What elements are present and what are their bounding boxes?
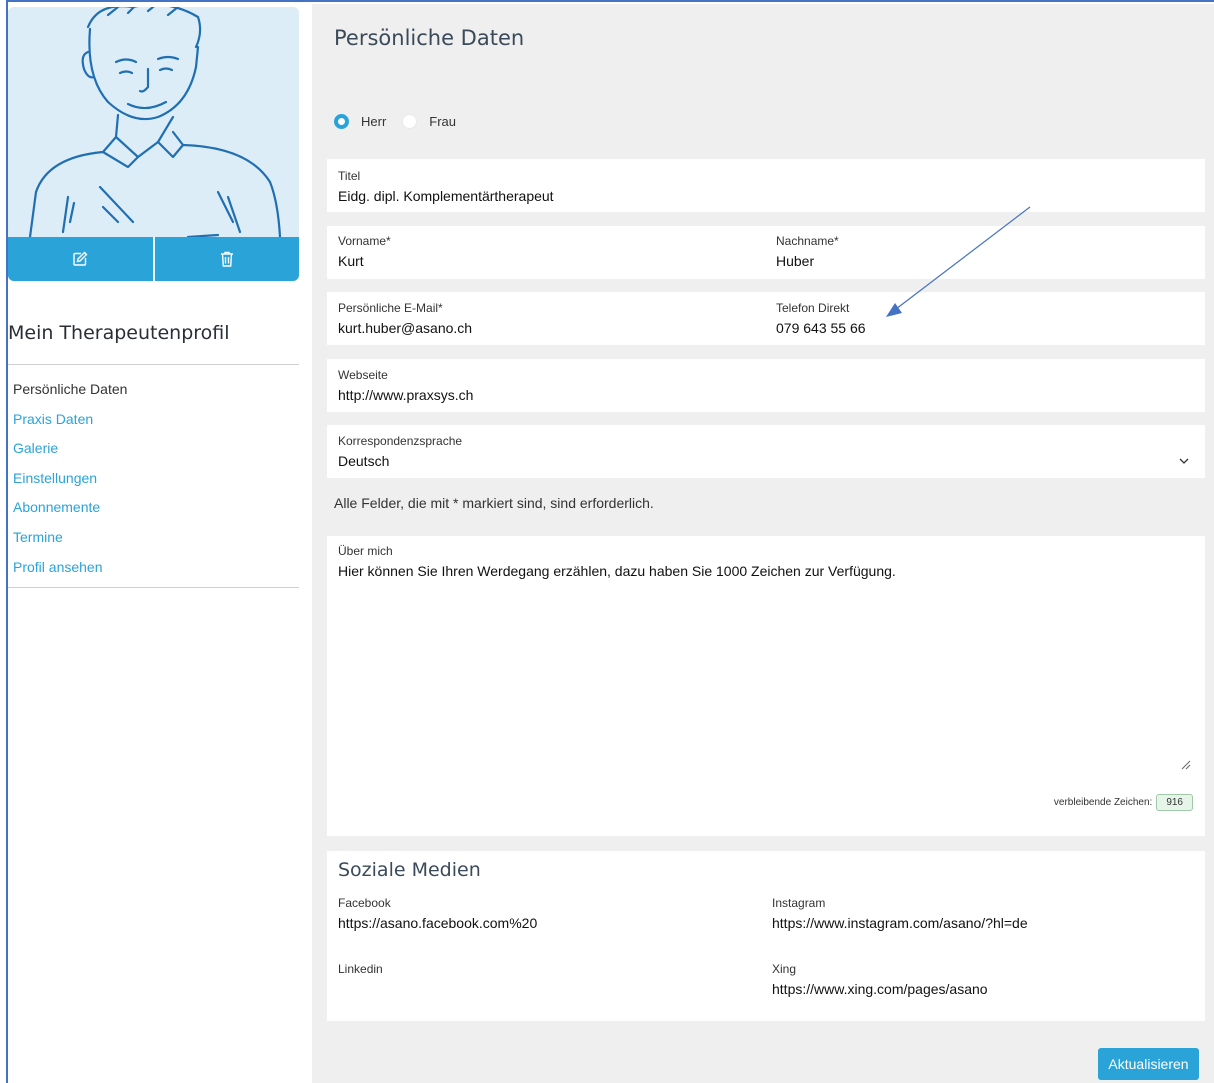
radio-herr[interactable] [334, 114, 349, 129]
webseite-field[interactable]: Webseite http://www.praxsys.ch [327, 359, 1205, 412]
edit-icon [73, 251, 88, 266]
telefon-field[interactable]: Telefon Direkt 079 643 55 66 [776, 301, 866, 336]
titel-value[interactable]: Eidg. dipl. Komplementärtherapeut [338, 188, 554, 204]
about-value[interactable]: Hier können Sie Ihren Werdegang erzählen… [338, 563, 896, 579]
xing-label: Xing [772, 962, 797, 976]
xing-value[interactable]: https://www.xing.com/pages/asano [772, 981, 988, 997]
sidebar-nav: Persönliche Daten Praxis Daten Galerie E… [13, 375, 127, 582]
actions-divider [152, 237, 155, 281]
nachname-value[interactable]: Huber [776, 253, 839, 269]
about-card: Über mich Hier können Sie Ihren Werdegan… [327, 536, 1205, 836]
aktualisieren-button[interactable]: Aktualisieren [1098, 1048, 1199, 1080]
sidebar: Mein Therapeutenprofil Persönliche Daten… [8, 2, 300, 1083]
facebook-label: Facebook [338, 896, 391, 910]
titel-label: Titel [338, 169, 361, 183]
sidebar-divider-bottom [8, 587, 299, 588]
sidebar-item-einstellungen[interactable]: Einstellungen [13, 464, 127, 494]
trash-icon [220, 251, 233, 267]
radio-herr-label: Herr [361, 114, 387, 129]
vorname-label: Vorname* [338, 234, 391, 248]
nachname-field[interactable]: Nachname* Huber [776, 234, 839, 269]
sidebar-item-galerie[interactable]: Galerie [13, 434, 127, 464]
edit-avatar-button[interactable] [8, 237, 153, 281]
social-title: Soziale Medien [338, 859, 481, 881]
webseite-label: Webseite [338, 368, 388, 382]
facebook-field[interactable]: Facebook https://asano.facebook.com%20 [338, 896, 537, 931]
facebook-value[interactable]: https://asano.facebook.com%20 [338, 915, 537, 931]
sidebar-title: Mein Therapeutenprofil [8, 322, 230, 344]
delete-avatar-button[interactable] [155, 237, 300, 281]
email-label: Persönliche E-Mail* [338, 301, 443, 315]
required-hint: Alle Felder, die mit * markiert sind, si… [334, 495, 654, 511]
sprache-label: Korrespondenzsprache [338, 434, 463, 448]
sprache-value: Deutsch [338, 453, 390, 469]
titel-field[interactable]: Titel Eidg. dipl. Komplementärtherapeut [327, 159, 1205, 212]
char-counter-value: 916 [1156, 794, 1193, 811]
radio-frau-label: Frau [429, 114, 457, 129]
char-counter: verbleibende Zeichen: 916 [1054, 794, 1193, 811]
xing-field[interactable]: Xing https://www.xing.com/pages/asano [772, 962, 988, 997]
radio-frau[interactable] [402, 114, 418, 129]
about-field[interactable]: Über mich Hier können Sie Ihren Werdegan… [338, 544, 896, 579]
sprache-select[interactable]: Korrespondenzsprache Deutsch [327, 425, 1205, 478]
instagram-field[interactable]: Instagram https://www.instagram.com/asan… [772, 896, 1028, 931]
linkedin-field[interactable]: Linkedin [338, 962, 383, 981]
sidebar-item-praxis-daten[interactable]: Praxis Daten [13, 405, 127, 435]
sidebar-item-profil-ansehen[interactable]: Profil ansehen [13, 553, 127, 583]
name-row: Vorname* Kurt Nachname* Huber [327, 226, 1205, 279]
avatar [8, 7, 299, 237]
contact-row: Persönliche E-Mail* kurt.huber@asano.ch … [327, 292, 1205, 345]
page-title: Persönliche Daten [334, 26, 525, 50]
sidebar-item-persoenliche-daten[interactable]: Persönliche Daten [13, 375, 127, 405]
telefon-value[interactable]: 079 643 55 66 [776, 320, 866, 336]
telefon-label: Telefon Direkt [776, 301, 850, 315]
sidebar-divider-top [8, 364, 299, 365]
avatar-actions [8, 237, 299, 281]
main-panel: Persönliche Daten Herr Frau Titel Eidg. … [312, 4, 1214, 1083]
about-label: Über mich [338, 544, 393, 558]
char-counter-label: verbleibende Zeichen: [1053, 797, 1153, 808]
email-value[interactable]: kurt.huber@asano.ch [338, 320, 472, 336]
salutation-group: Herr Frau [334, 114, 472, 129]
avatar-card [8, 7, 299, 281]
vorname-field[interactable]: Vorname* Kurt [338, 234, 391, 269]
social-card: Soziale Medien Facebook https://asano.fa… [327, 851, 1205, 1021]
vorname-value[interactable]: Kurt [338, 253, 391, 269]
sidebar-item-termine[interactable]: Termine [13, 523, 127, 553]
instagram-label: Instagram [772, 896, 826, 910]
email-field[interactable]: Persönliche E-Mail* kurt.huber@asano.ch [338, 301, 472, 336]
linkedin-label: Linkedin [338, 962, 383, 976]
instagram-value[interactable]: https://www.instagram.com/asano/?hl=de [772, 915, 1028, 931]
nachname-label: Nachname* [776, 234, 839, 248]
chevron-down-icon[interactable] [1179, 453, 1189, 467]
sidebar-item-abonnemente[interactable]: Abonnemente [13, 493, 127, 523]
resize-handle-icon[interactable] [1179, 758, 1191, 770]
webseite-value[interactable]: http://www.praxsys.ch [338, 387, 473, 403]
